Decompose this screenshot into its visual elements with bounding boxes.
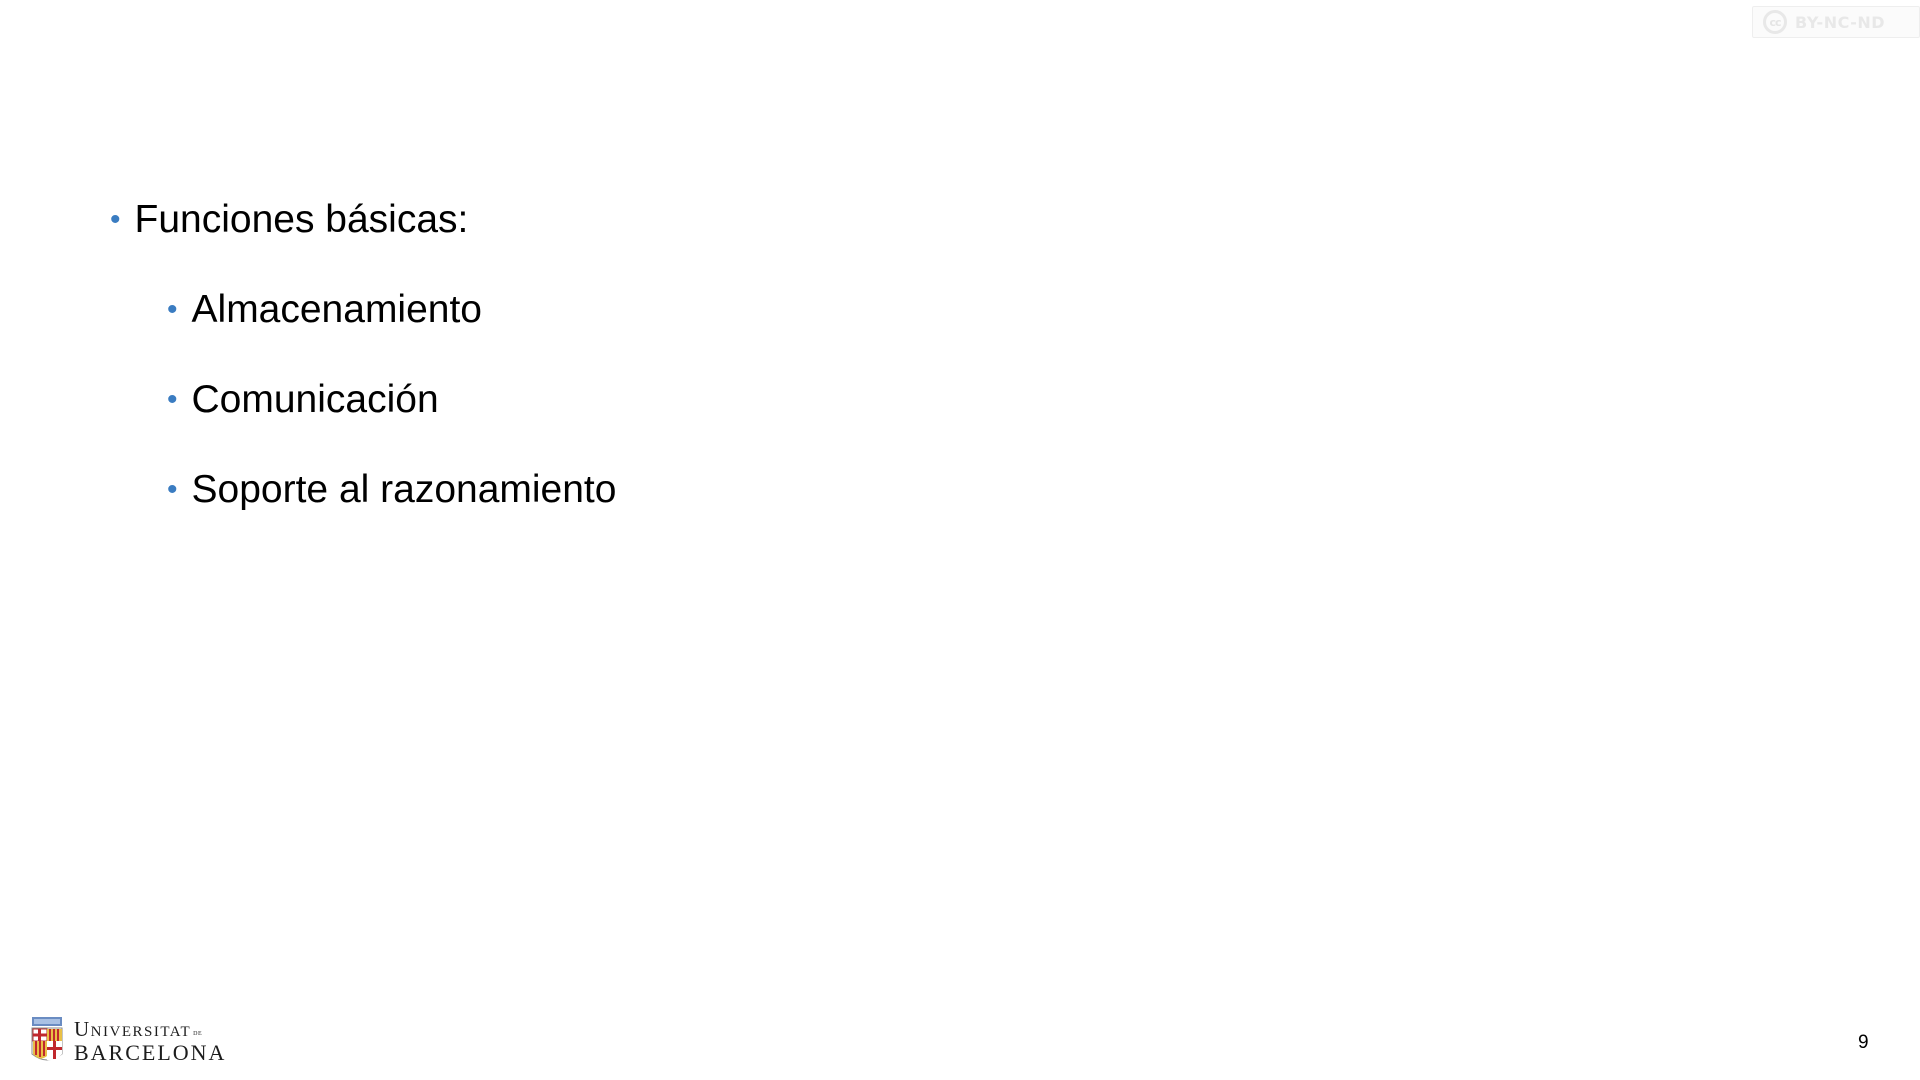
bullet-text: Funciones básicas: — [134, 198, 469, 241]
logo-wordmark: Universitat de BARCELONA — [74, 1016, 227, 1065]
university-seal-icon — [31, 1017, 63, 1061]
bullet-text: Comunicación — [191, 378, 439, 421]
bullet-item-comunicacion: • Comunicación — [167, 380, 439, 419]
slide: cc BY-NC-ND • Funciones básicas: • Almac… — [0, 0, 1920, 1080]
bullet-text: Soporte al razonamiento — [191, 468, 617, 511]
bullet-item-funciones: • Funciones básicas: — [110, 200, 468, 239]
bullet-icon: • — [167, 472, 178, 506]
logo-barcelona: BARCELONA — [74, 1039, 227, 1065]
page-number: 9 — [1858, 1032, 1869, 1053]
bullet-icon: • — [167, 382, 178, 416]
bullet-icon: • — [110, 202, 121, 236]
bullet-icon: • — [167, 292, 178, 326]
slide-content: • Funciones básicas: • Almacenamiento • … — [0, 0, 1920, 600]
logo-de: de — [193, 1026, 203, 1037]
bullet-text: Almacenamiento — [191, 288, 482, 331]
bullet-item-almacenamiento: • Almacenamiento — [167, 290, 482, 329]
bullet-item-soporte: • Soporte al razonamiento — [167, 470, 616, 509]
university-logo: Universitat de BARCELONA — [30, 1016, 226, 1066]
logo-universitat: Universitat — [74, 1016, 192, 1041]
